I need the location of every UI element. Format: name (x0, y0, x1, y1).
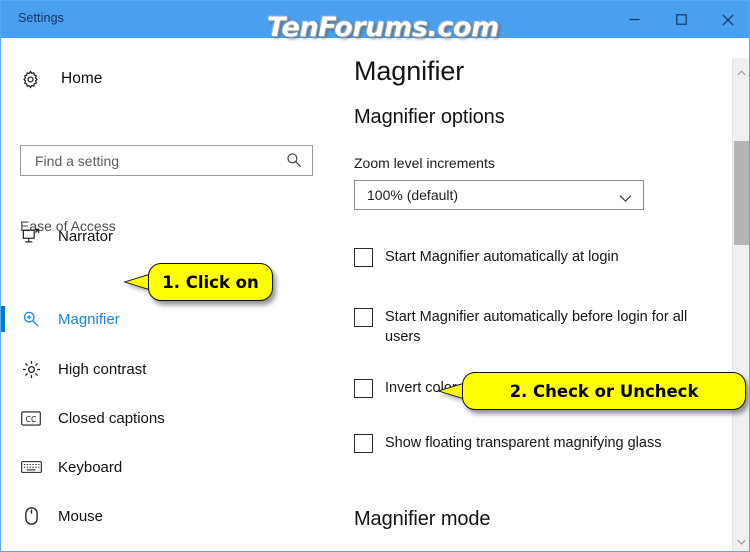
zoom-level-label: Zoom level increments (354, 155, 495, 171)
main-content: Magnifier Magnifier options Zoom level i… (335, 38, 727, 551)
mouse-icon (20, 507, 42, 525)
settings-window: Settings TenForums.com Home Find a setti… (0, 0, 750, 552)
sidebar-item-mouse-label: Mouse (58, 507, 104, 525)
checkbox-start-before-login[interactable] (354, 308, 373, 327)
search-box[interactable] (20, 145, 313, 176)
window-title: Settings (18, 11, 64, 25)
zoom-level-select[interactable]: 100% (default) (354, 180, 644, 210)
chevron-up-icon (736, 69, 746, 75)
sidebar-item-narrator-label: Narrator (58, 227, 114, 245)
page-title: Magnifier (354, 56, 465, 86)
minimize-icon (629, 18, 639, 21)
svg-text:CC: CC (26, 414, 37, 423)
sidebar-item-keyboard[interactable]: Keyboard (1, 450, 335, 484)
magnifier-mode-heading: Magnifier mode (354, 508, 491, 530)
callout-tail (126, 275, 149, 289)
sidebar-item-magnifier[interactable]: Magnifier (1, 302, 335, 336)
selection-accent-bar (1, 405, 5, 431)
chevron-down-icon (736, 539, 746, 545)
search-icon[interactable] (286, 152, 302, 173)
maximize-icon (675, 14, 687, 25)
sidebar-item-home-label: Home (61, 70, 103, 87)
scroll-down-button[interactable] (733, 533, 749, 550)
selection-accent-bar (1, 356, 5, 382)
high-contrast-icon (20, 360, 42, 379)
sidebar-item-magnifier-label: Magnifier (58, 310, 120, 328)
vertical-scrollbar[interactable] (732, 58, 749, 551)
sidebar-item-high-contrast-label: High contrast (58, 360, 147, 378)
sidebar-item-closed-captions[interactable]: CC Closed captions (1, 401, 335, 435)
checkbox-row-floating-glass[interactable]: Show floating transparent magnifying gla… (354, 433, 661, 453)
checkbox-invert-colors[interactable] (354, 379, 373, 398)
callout-step-2-text: 2. Check or Uncheck (462, 372, 746, 410)
maximize-button[interactable] (658, 1, 704, 38)
sidebar-item-high-contrast[interactable]: High contrast (1, 352, 335, 386)
title-bar: Settings (1, 1, 749, 38)
magnifier-icon (20, 310, 42, 328)
narrator-icon (20, 227, 42, 245)
selection-accent-bar (1, 306, 5, 332)
chevron-down-icon (619, 190, 632, 208)
closed-captions-icon: CC (20, 410, 42, 426)
selection-accent-bar (1, 454, 5, 480)
checkbox-label-floating-glass: Show floating transparent magnifying gla… (385, 435, 662, 451)
scroll-up-button[interactable] (733, 64, 749, 81)
callout-tail (440, 384, 463, 398)
gear-icon (19, 69, 41, 89)
search-input[interactable] (33, 146, 277, 175)
checkbox-start-at-login[interactable] (354, 248, 373, 267)
sidebar-item-keyboard-label: Keyboard (58, 458, 123, 476)
checkbox-label-start-before-login: Start Magnifier automatically before log… (385, 309, 688, 345)
minimize-button[interactable] (611, 1, 657, 38)
sidebar-item-home[interactable]: Home (19, 64, 102, 94)
close-icon (722, 13, 734, 26)
checkbox-row-start-before-login[interactable]: Start Magnifier automatically before log… (354, 307, 690, 347)
checkbox-row-start-at-login[interactable]: Start Magnifier automatically at login (354, 247, 619, 267)
magnifier-options-heading: Magnifier options (354, 106, 505, 128)
scrollbar-thumb[interactable] (734, 141, 749, 245)
callout-step-1: 1. Click on (123, 263, 273, 301)
zoom-level-selected-value: 100% (default) (367, 187, 459, 203)
selection-accent-bar (1, 223, 5, 249)
sidebar-item-closed-captions-label: Closed captions (58, 409, 165, 427)
sidebar-item-narrator[interactable]: Narrator (1, 219, 335, 253)
selection-accent-bar (1, 503, 5, 529)
checkbox-floating-glass[interactable] (354, 434, 373, 453)
callout-step-2: 2. Check or Uncheck (437, 372, 746, 410)
callout-step-1-text: 1. Click on (148, 263, 273, 301)
checkbox-label-start-at-login: Start Magnifier automatically at login (385, 249, 619, 265)
close-button[interactable] (705, 1, 749, 38)
sidebar-item-mouse[interactable]: Mouse (1, 499, 335, 533)
keyboard-icon (20, 460, 42, 474)
